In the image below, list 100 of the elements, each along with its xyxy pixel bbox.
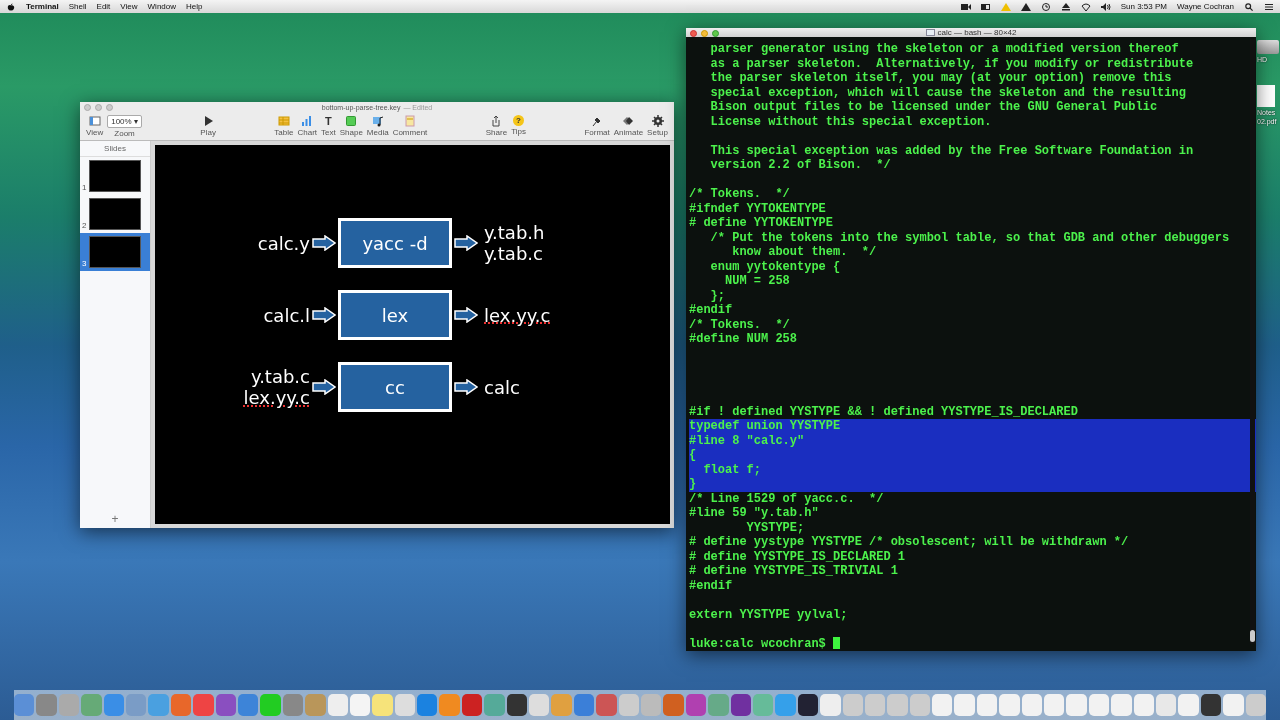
terminal-line: parser generator using the skeleton or a modified version thereof bbox=[709, 42, 1180, 57]
file-name: calc.l bbox=[263, 304, 310, 326]
app-icon[interactable] bbox=[506, 694, 528, 716]
document-icon[interactable] bbox=[1257, 85, 1275, 107]
toolbar-label[interactable]: Text bbox=[321, 128, 336, 137]
wifi-icon[interactable] bbox=[1080, 2, 1091, 11]
text-cursor bbox=[833, 636, 841, 649]
menu-item[interactable]: Edit bbox=[96, 2, 111, 11]
terminal-line: Bison output files to be licensed under the GNU General Public bbox=[709, 100, 1159, 115]
app-menu[interactable]: Terminal bbox=[26, 2, 59, 11]
arrow-icon bbox=[312, 235, 336, 251]
terminal-line: # define YYSTYPE_IS_DECLARED 1 bbox=[689, 549, 907, 564]
terminal-line: }; bbox=[709, 288, 726, 303]
view-icon bbox=[88, 115, 101, 127]
terminal-line: version 2.2 of Bison. */ bbox=[709, 158, 892, 173]
file-name: lex.yy.c bbox=[243, 387, 310, 408]
terminal-line: extern YYSTYPE yylval; bbox=[689, 607, 849, 622]
process-box: yacc -d bbox=[338, 218, 452, 268]
zoom-field[interactable]: 100% ▾ bbox=[107, 115, 142, 128]
toolbar-label[interactable]: Shape bbox=[339, 128, 363, 137]
file-name: lex.yy.c bbox=[484, 304, 551, 326]
terminal-line: NUM = 258 bbox=[724, 274, 791, 289]
folder-icon bbox=[925, 29, 935, 36]
toolbar-label[interactable]: Setup bbox=[647, 128, 668, 137]
battery-icon[interactable] bbox=[980, 2, 991, 11]
camera-icon[interactable] bbox=[960, 2, 971, 11]
terminal-line: /* Tokens. */ bbox=[689, 317, 791, 332]
toolbar-label[interactable]: Table bbox=[274, 128, 294, 137]
table-icon bbox=[277, 115, 290, 127]
search-icon[interactable] bbox=[1244, 2, 1254, 11]
list-icon[interactable] bbox=[1264, 2, 1274, 11]
shell-prompt: luke:calc wcochran$ bbox=[689, 636, 827, 651]
file-name: y.tab.h bbox=[484, 222, 545, 243]
terminal-line: the parser skeleton itself, you may (at your option) remove this bbox=[709, 71, 1173, 86]
terminal-line: /* Line 1529 of yacc.c. */ bbox=[689, 491, 885, 506]
arrow-icon bbox=[312, 307, 336, 323]
toolbar-label[interactable]: Play bbox=[200, 128, 216, 137]
close-button[interactable] bbox=[690, 30, 697, 37]
comment-icon bbox=[404, 115, 416, 127]
app-icon[interactable] bbox=[1200, 694, 1222, 716]
toolbar-label[interactable]: Tips bbox=[511, 127, 526, 136]
toolbar-label[interactable]: Comment bbox=[392, 128, 428, 137]
toolbar-label[interactable]: Share bbox=[485, 128, 508, 137]
menu-item[interactable]: Shell bbox=[68, 2, 87, 11]
clock[interactable]: Sun 3:53 PM bbox=[1120, 2, 1167, 11]
terminal-line: as a parser skeleton. Alternatively, if you modify or redistribute bbox=[709, 56, 1195, 71]
terminal-line: This special exception was added by the Free Software Foundation in bbox=[709, 143, 1195, 158]
toolbar-label[interactable]: Chart bbox=[297, 128, 318, 137]
toolbar-label[interactable]: View bbox=[86, 128, 104, 137]
zoom-button[interactable] bbox=[106, 104, 113, 111]
app-icon[interactable] bbox=[797, 694, 819, 716]
minimize-button[interactable] bbox=[95, 104, 102, 111]
close-button[interactable] bbox=[84, 104, 91, 111]
terminal-line: # define YYSTYPE_IS_TRIVIAL 1 bbox=[689, 564, 899, 579]
window-title: calc — bash — 80×42 bbox=[937, 28, 1017, 37]
toolbar-label[interactable]: Animate bbox=[613, 128, 644, 137]
terminal-line: know about them. */ bbox=[731, 245, 878, 260]
terminal-line: /* Tokens. */ bbox=[689, 187, 791, 202]
slide-thumbnail[interactable]: 3 bbox=[80, 233, 150, 271]
terminal-line: #if ! defined YYSTYPE && ! defined YYSTYPE_IS_DECLARED bbox=[689, 404, 1079, 419]
volume-icon[interactable] bbox=[1100, 2, 1111, 11]
menu-item[interactable]: View bbox=[120, 2, 138, 11]
terminal-line: enum yytokentype { bbox=[709, 259, 842, 274]
minimize-button[interactable] bbox=[701, 30, 708, 37]
terminal-line: #ifndef YYTOKENTYPE bbox=[689, 201, 827, 216]
help-icon: ? bbox=[513, 115, 525, 126]
toolbar-label[interactable]: Format bbox=[584, 128, 610, 137]
menu-item[interactable]: Window bbox=[147, 2, 176, 11]
terminal-line: #endif bbox=[689, 303, 734, 318]
file-name: y.tab.c bbox=[484, 243, 543, 264]
file-name: y.tab.c bbox=[251, 366, 310, 387]
arrow-icon bbox=[454, 307, 478, 323]
scrollbar-thumb[interactable] bbox=[1250, 630, 1255, 642]
eject-icon[interactable] bbox=[1060, 2, 1071, 11]
share-icon bbox=[490, 115, 503, 127]
apple-logo-icon[interactable] bbox=[6, 2, 16, 11]
terminal-line: YYSTYPE; bbox=[745, 520, 806, 535]
arrow-icon bbox=[454, 235, 478, 251]
app-icon[interactable] bbox=[730, 694, 751, 716]
file-name: calc bbox=[484, 376, 520, 398]
drive-icon[interactable] bbox=[1257, 40, 1279, 54]
process-box: lex bbox=[338, 290, 452, 340]
terminal-line: # define yystype YYSTYPE /* obsolescent; will be withdrawn */ bbox=[689, 535, 1130, 550]
file-name: calc.y bbox=[257, 232, 310, 254]
warning-icon[interactable] bbox=[1000, 2, 1011, 11]
terminal-line: special exception, which will cause the skeleton and the resulting bbox=[709, 85, 1187, 100]
user-name[interactable]: Wayne Cochran bbox=[1176, 2, 1234, 11]
text-glyph: T bbox=[324, 115, 333, 127]
media-icon bbox=[371, 115, 384, 127]
menu-item[interactable]: Help bbox=[186, 2, 203, 11]
add-slide-button[interactable]: + bbox=[107, 512, 123, 526]
animate-icon bbox=[622, 115, 635, 127]
clock-icon[interactable] bbox=[1040, 2, 1051, 11]
toolbar-label[interactable]: Media bbox=[366, 128, 389, 137]
terminal-line: # define YYTOKENTYPE bbox=[689, 216, 835, 231]
zoom-button[interactable] bbox=[712, 30, 719, 37]
toolbar-label[interactable]: Zoom bbox=[114, 129, 135, 138]
terminal-line: #endif bbox=[689, 578, 734, 593]
triangle-icon[interactable] bbox=[1020, 2, 1031, 11]
shape-icon bbox=[345, 115, 358, 127]
